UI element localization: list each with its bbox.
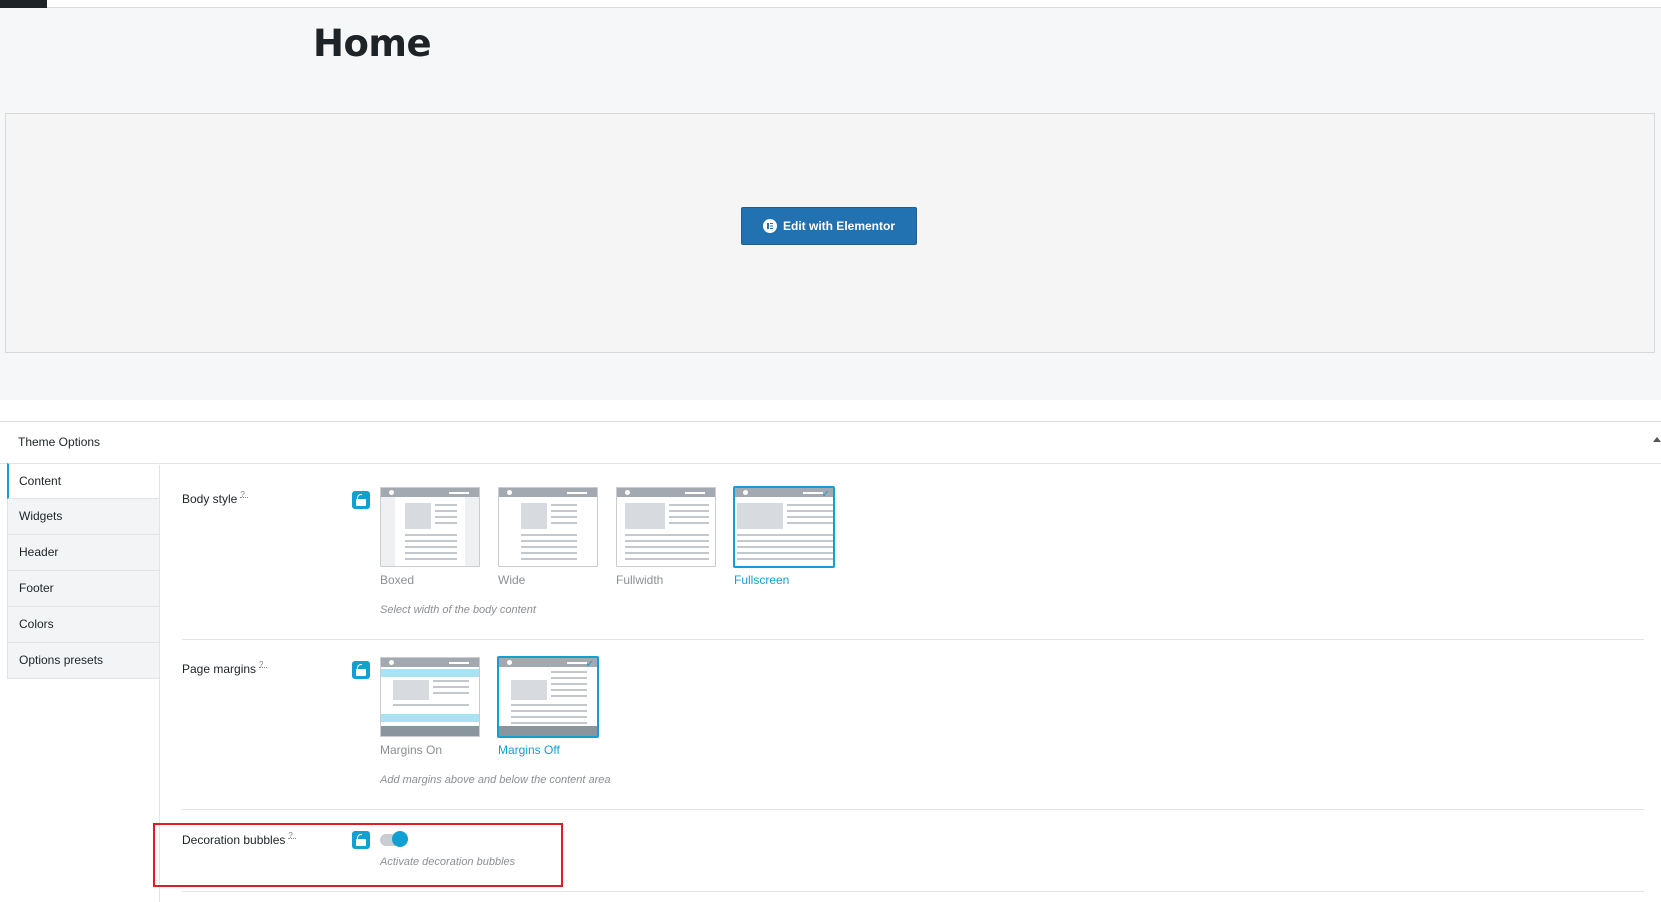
lock-icon[interactable]	[352, 491, 370, 509]
body-style-choice-boxed[interactable]: Boxed	[380, 487, 480, 587]
page-margins-choice-off[interactable]: ✓ Margins Off	[498, 657, 598, 757]
boxed-thumbnail	[380, 487, 480, 567]
body-style-choices: Boxed Wide Fullwidth ✓ Fullscreen	[380, 487, 834, 587]
row-divider	[182, 639, 1644, 640]
choice-label: Margins Off	[498, 743, 560, 757]
admin-bar-fragment	[0, 0, 47, 8]
elementor-icon	[762, 219, 777, 233]
choice-label: Fullscreen	[734, 573, 790, 587]
page-margins-label-text: Page margins	[182, 662, 257, 676]
margins-on-thumbnail	[380, 657, 480, 737]
wide-thumbnail	[498, 487, 598, 567]
edit-with-elementor-button[interactable]: Edit with Elementor	[741, 207, 917, 245]
body-style-row: Body style? Boxed Wide Fullwidth ✓ Fulls…	[182, 484, 1644, 634]
collapse-caret-icon[interactable]	[1653, 437, 1661, 442]
editor-area: Home	[0, 8, 1661, 400]
fullwidth-thumbnail	[616, 487, 716, 567]
page-margins-choices: Margins On ✓ Margins Off	[380, 657, 598, 757]
check-icon: ✓	[585, 659, 594, 670]
tab-options-presets[interactable]: Options presets	[7, 643, 160, 679]
page-margins-row: Page margins? Margins On ✓ Margins Off A…	[182, 654, 1644, 804]
margins-off-thumbnail: ✓	[498, 657, 598, 737]
choice-label: Boxed	[380, 573, 415, 587]
highlight-box	[153, 823, 563, 887]
admin-top-strip	[0, 0, 1661, 8]
edit-with-elementor-label: Edit with Elementor	[782, 219, 895, 233]
theme-options-header[interactable]: Theme Options	[0, 422, 1661, 464]
body-style-description: Select width of the body content	[380, 604, 536, 616]
tab-widgets[interactable]: Widgets	[7, 499, 160, 535]
page-margins-description: Add margins above and below the content …	[380, 774, 611, 786]
options-tabs: Content Widgets Header Footer Colors Opt…	[7, 463, 160, 679]
body-style-label-text: Body style	[182, 492, 238, 506]
help-hint-icon[interactable]: ?	[240, 491, 249, 499]
tab-content[interactable]: Content	[7, 463, 160, 499]
theme-options-title: Theme Options	[18, 435, 101, 449]
tab-header[interactable]: Header	[7, 535, 160, 571]
body-style-choice-fullscreen[interactable]: ✓ Fullscreen	[734, 487, 834, 587]
choice-label: Margins On	[380, 743, 443, 757]
choice-label: Fullwidth	[616, 573, 664, 587]
fullscreen-thumbnail: ✓	[734, 487, 834, 567]
body-style-choice-wide[interactable]: Wide	[498, 487, 598, 587]
tab-colors[interactable]: Colors	[7, 607, 160, 643]
check-icon: ✓	[821, 489, 830, 500]
page-margins-choice-on[interactable]: Margins On	[380, 657, 480, 757]
page-title[interactable]: Home	[313, 22, 432, 65]
row-divider	[182, 891, 1644, 892]
page-margins-label: Page margins?	[182, 661, 268, 676]
body-style-choice-fullwidth[interactable]: Fullwidth	[616, 487, 716, 587]
lock-icon[interactable]	[352, 661, 370, 679]
choice-label: Wide	[498, 573, 526, 587]
help-hint-icon[interactable]: ?	[259, 661, 268, 669]
row-divider	[182, 809, 1644, 810]
body-style-label: Body style?	[182, 491, 249, 506]
tab-footer[interactable]: Footer	[7, 571, 160, 607]
